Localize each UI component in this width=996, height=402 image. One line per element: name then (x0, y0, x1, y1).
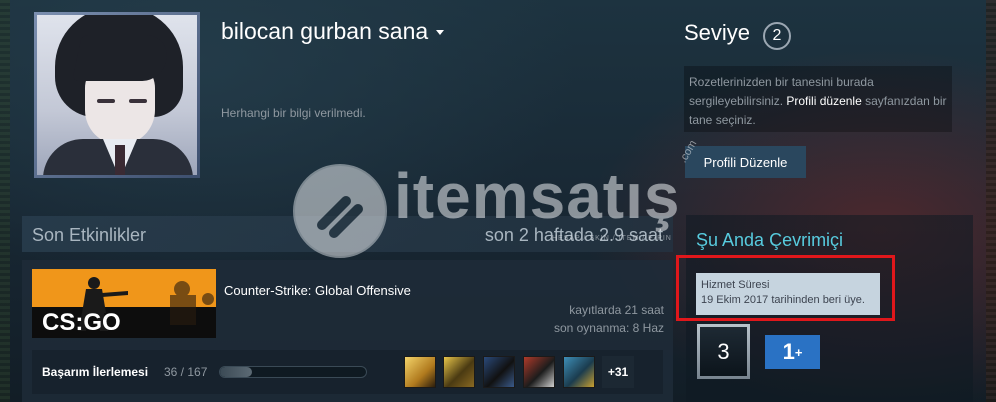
game-activity-panel: CS:GO Counter-Strike: Global Offensive k… (22, 260, 673, 402)
right-border-decoration (986, 0, 996, 402)
game-capsule-image[interactable]: CS:GO (32, 269, 216, 338)
achievement-icon[interactable] (443, 356, 475, 388)
years-of-service-value: 3 (700, 327, 747, 376)
edit-profile-link[interactable]: Profili düzenle (786, 94, 861, 108)
online-status-label: Şu Anda Çevrimiçi (696, 230, 844, 250)
achievement-count: 36 / 167 (164, 365, 208, 379)
avatar[interactable] (34, 12, 200, 178)
achievement-progress-row[interactable]: Başarım İlerlemesi 36 / 167 +31 (32, 350, 663, 394)
game-capsule-logo: CS:GO (42, 309, 121, 336)
game-name-link[interactable]: Counter-Strike: Global Offensive (224, 283, 411, 298)
achievement-icon[interactable] (523, 356, 555, 388)
avatar-image (37, 15, 197, 175)
left-border-decoration (0, 0, 10, 402)
more-achievements-button[interactable]: +31 (602, 356, 634, 388)
profile-name: bilocan gurban sana (221, 18, 429, 44)
achievement-icon[interactable] (483, 356, 515, 388)
recent-activity-title[interactable]: Son Etkinlikler (32, 225, 146, 246)
level-label: Seviye (684, 20, 751, 45)
achievement-progress-fill (220, 367, 252, 377)
profile-summary: Herhangi bir bilgi verilmedi. (221, 106, 366, 120)
recent-activity-hours: son 2 haftada 2.9 saat (484, 225, 663, 245)
plus-badge-value: 1 (782, 339, 795, 364)
years-of-service-badge[interactable]: 3 (697, 324, 750, 379)
caret-down-icon (436, 30, 445, 36)
achievement-progress-bar (219, 366, 367, 378)
featured-badge-hint: Rozetlerinizden bir tanesini burada serg… (684, 66, 952, 132)
achievement-progress-label: Başarım İlerlemesi (42, 365, 149, 379)
game-last-played: son oynanma: 8 Haz (553, 321, 664, 335)
level-badge[interactable]: 2 (763, 22, 791, 50)
achievement-icon[interactable] (404, 356, 436, 388)
edit-profile-button[interactable]: Profili Düzenle (685, 146, 806, 178)
game-total-hours: kayıtlarda 21 saat (569, 303, 664, 317)
plus-badge-sup: + (794, 344, 803, 360)
highlight-outline (676, 255, 895, 321)
level-plus-badge[interactable]: 1 + (765, 335, 820, 369)
recent-activity-header: Son Etkinlikler son 2 haftada 2.9 saat (22, 216, 673, 252)
achievement-icon[interactable] (563, 356, 595, 388)
profile-name-dropdown[interactable]: bilocan gurban sana (221, 18, 445, 45)
